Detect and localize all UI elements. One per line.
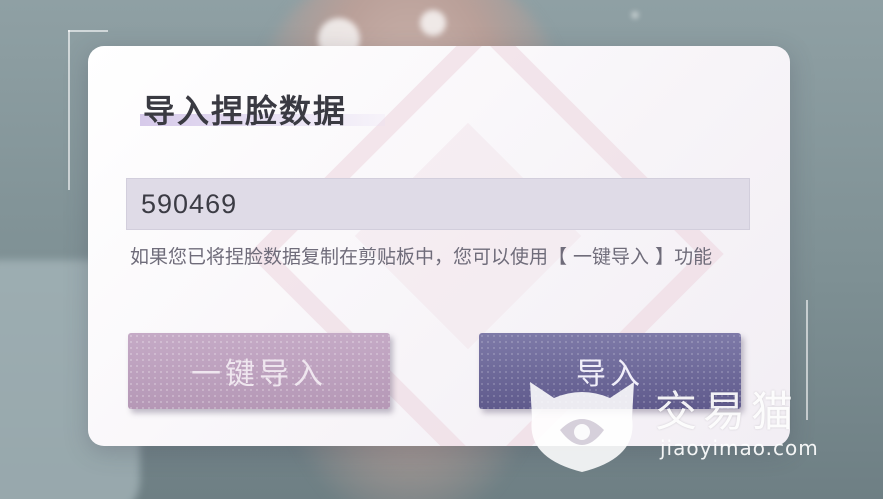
watermark-name: 交易猫 [655, 387, 800, 436]
frame-corner-line [68, 30, 70, 190]
watermark-cat-logo-icon [530, 382, 634, 472]
one-key-import-button[interactable]: 一键导入 [128, 333, 390, 409]
one-key-import-label: 一键导入 [191, 357, 327, 392]
bokeh-light [632, 12, 638, 18]
clipboard-hint: 如果您已将捏脸数据复制在剪贴板中，您可以使用【 一键导入 】功能 [130, 246, 713, 268]
frame-corner-line [68, 30, 108, 32]
face-code-value: 590469 [141, 188, 238, 219]
watermark-url: jiaoyimao.com [660, 436, 819, 460]
dialog-title: 导入捏脸数据 [143, 92, 348, 130]
game-scene: 导入捏脸数据 590469 如果您已将捏脸数据复制在剪贴板中，您可以使用【 一键… [0, 0, 883, 499]
bokeh-light [420, 10, 446, 36]
frame-corner-line [806, 300, 808, 420]
face-code-input[interactable]: 590469 [126, 178, 750, 230]
